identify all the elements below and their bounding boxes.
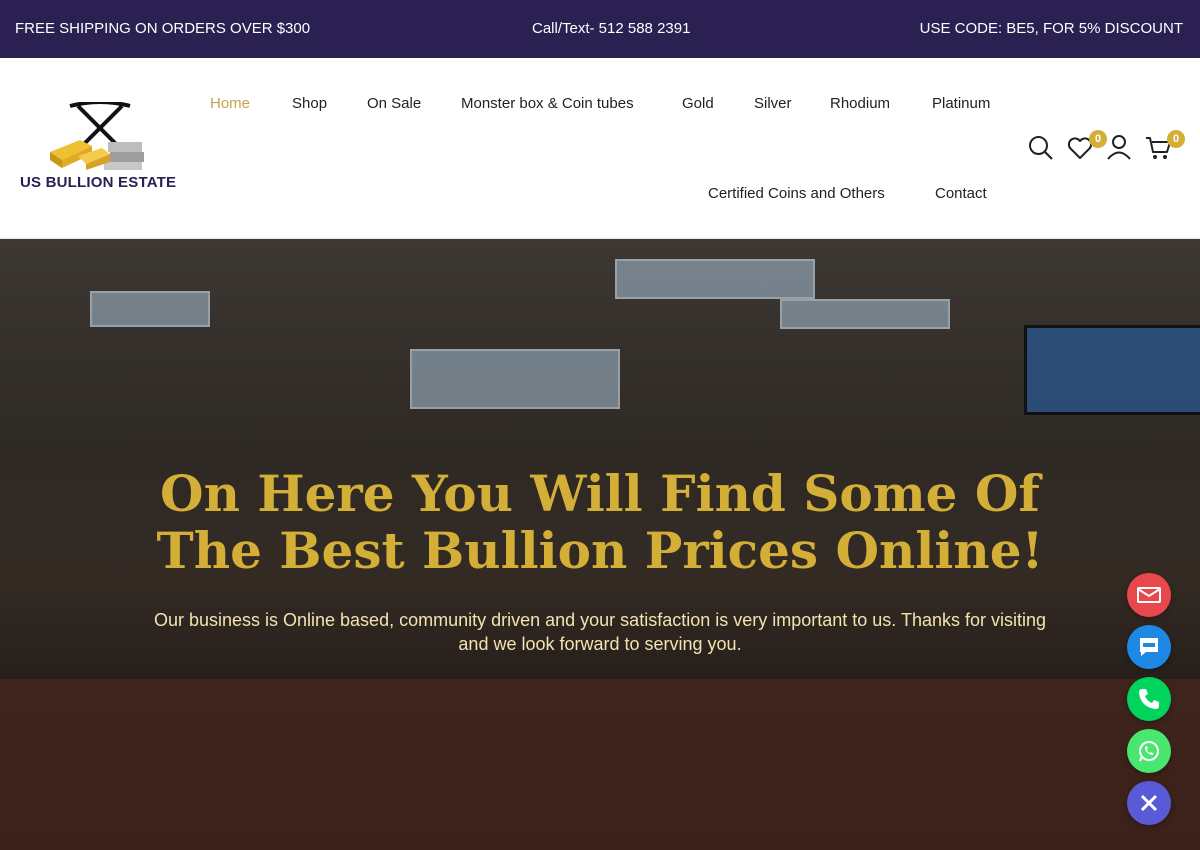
whatsapp-icon xyxy=(1139,741,1159,762)
free-shipping-text: FREE SHIPPING ON ORDERS OVER $300 xyxy=(15,20,311,37)
call-text-link[interactable]: Call/Text- 512 588 2391 xyxy=(532,20,690,37)
email-icon xyxy=(1137,587,1161,603)
nav-certified-coins[interactable]: Certified Coins and Others xyxy=(708,185,885,202)
sms-contact-button[interactable] xyxy=(1127,625,1171,669)
nav-monster-box[interactable]: Monster box & Coin tubes xyxy=(461,95,634,112)
whatsapp-contact-button[interactable] xyxy=(1127,729,1171,773)
shop-window xyxy=(410,349,620,409)
top-announcement-bar: FREE SHIPPING ON ORDERS OVER $300 Call/T… xyxy=(0,0,1200,58)
site-logo[interactable]: US BULLION ESTATE xyxy=(18,100,178,192)
ceiling-light xyxy=(780,299,950,329)
close-contacts-button[interactable] xyxy=(1127,781,1171,825)
brand-name: US BULLION ESTATE xyxy=(20,174,177,191)
phone-contact-button[interactable] xyxy=(1127,677,1171,721)
sms-icon xyxy=(1140,638,1158,656)
logo-pickaxes-icon xyxy=(50,100,144,170)
nav-platinum[interactable]: Platinum xyxy=(932,95,990,112)
nav-rhodium[interactable]: Rhodium xyxy=(830,95,890,112)
discount-code-text: USE CODE: BE5, FOR 5% DISCOUNT xyxy=(919,20,1183,37)
site-header: US BULLION ESTATE Home Shop On Sale Mons… xyxy=(0,58,1200,239)
ceiling-light xyxy=(615,259,815,299)
hero-title: On Here You Will Find Some Of The Best B… xyxy=(156,464,1044,580)
hero-banner: On Here You Will Find Some Of The Best B… xyxy=(0,239,1200,850)
hero-subtitle: Our business is Online based, community … xyxy=(153,610,1047,654)
price-display-screen xyxy=(1024,325,1200,415)
search-icon[interactable] xyxy=(1028,135,1054,166)
nav-gold[interactable]: Gold xyxy=(682,95,714,112)
wishlist-count-badge: 0 xyxy=(1089,130,1107,148)
ceiling-light xyxy=(90,291,210,327)
nav-home[interactable]: Home xyxy=(210,95,250,112)
nav-silver[interactable]: Silver xyxy=(754,95,792,112)
nav-shop[interactable]: Shop xyxy=(292,95,327,112)
nav-contact[interactable]: Contact xyxy=(935,185,987,202)
close-icon xyxy=(1140,794,1158,812)
cart-count-badge: 0 xyxy=(1167,130,1185,148)
nav-on-sale[interactable]: On Sale xyxy=(367,95,421,112)
display-counter xyxy=(0,679,1200,850)
user-icon[interactable] xyxy=(1106,134,1132,165)
phone-icon xyxy=(1139,689,1159,709)
email-contact-button[interactable] xyxy=(1127,573,1171,617)
